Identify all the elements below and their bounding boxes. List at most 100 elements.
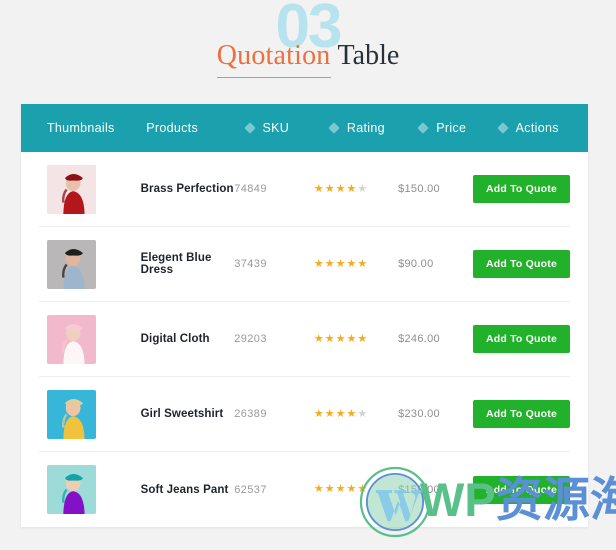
column-header-thumbnails[interactable]: Thumbnails [47, 121, 146, 135]
table-row: Brass Perfection 74849 ★ ★ ★ ★ ★ $150.00 Add To … [39, 152, 570, 227]
product-name[interactable]: Elegent Blue Dress [141, 252, 235, 276]
star-filled-icon: ★ [346, 332, 357, 345]
add-to-quote-button[interactable]: Add To Quote [472, 250, 570, 278]
product-price: $150.00 [398, 483, 440, 496]
sort-icon[interactable] [328, 122, 340, 134]
product-name[interactable]: Digital Cloth [141, 333, 210, 345]
column-header-label: Actions [515, 121, 559, 135]
product-thumbnail-image[interactable] [47, 314, 96, 364]
star-filled-icon: ★ [346, 483, 357, 495]
cell-rating: ★ ★ ★ ★ ★ [313, 182, 398, 195]
table-header-row: Thumbnails Products SKU Rating Price Act… [21, 104, 588, 152]
cell-thumbnail [47, 465, 141, 514]
star-filled-icon: ★ [357, 483, 368, 495]
cell-rating: ★ ★ ★ ★ ★ [313, 332, 398, 345]
cell-product: Digital Cloth [141, 333, 235, 345]
cell-actions: Add To Quote [472, 400, 570, 428]
page-title-accent: Quotation [216, 40, 331, 78]
product-sku: 29203 [234, 333, 267, 345]
table-row: Digital Cloth 29203 ★ ★ ★ ★ ★ $246.00 Add To Quo… [39, 302, 570, 377]
rating-stars: ★ ★ ★ ★ ★ [313, 407, 368, 420]
star-filled-icon: ★ [313, 483, 324, 495]
star-filled-icon: ★ [324, 483, 335, 495]
star-filled-icon: ★ [324, 182, 335, 195]
product-thumbnail-image[interactable] [47, 465, 96, 514]
star-filled-icon: ★ [324, 332, 335, 345]
add-to-quote-button[interactable]: Add To Quote [472, 325, 570, 353]
product-thumbnail-image[interactable] [47, 164, 96, 214]
cell-actions: Add To Quote [472, 175, 570, 203]
cell-price: $90.00 [398, 258, 473, 270]
add-to-quote-button[interactable]: Add To Quote [472, 475, 570, 504]
column-header-products[interactable]: Products [146, 121, 245, 135]
star-filled-icon: ★ [346, 257, 357, 270]
cell-sku: 74849 [234, 183, 314, 195]
cell-rating: ★ ★ ★ ★ ★ [313, 407, 398, 420]
cell-rating: ★ ★ ★ ★ ★ [313, 257, 398, 270]
star-filled-icon: ★ [335, 182, 346, 195]
cell-thumbnail [47, 164, 141, 214]
rating-stars: ★ ★ ★ ★ ★ [313, 182, 368, 195]
product-name[interactable]: Girl Sweetshirt [141, 408, 224, 420]
star-filled-icon: ★ [313, 257, 324, 270]
cell-product: Soft Jeans Pant [141, 484, 235, 496]
cell-actions: Add To Quote [472, 325, 570, 353]
star-filled-icon: ★ [346, 182, 357, 195]
cell-product: Brass Perfection [141, 183, 235, 195]
star-filled-icon: ★ [335, 257, 346, 270]
star-filled-icon: ★ [324, 257, 335, 270]
quotation-table: Thumbnails Products SKU Rating Price Act… [21, 104, 588, 527]
add-to-quote-button[interactable]: Add To Quote [472, 175, 570, 203]
cell-price: $246.00 [398, 333, 473, 345]
star-filled-icon: ★ [313, 182, 324, 195]
table-row: Girl Sweetshirt 26389 ★ ★ ★ ★ ★ $230.00 Add To Q… [39, 377, 570, 452]
cell-price: $230.00 [398, 408, 473, 420]
cell-thumbnail [47, 239, 141, 289]
column-header-actions[interactable]: Actions [496, 121, 588, 135]
product-name[interactable]: Brass Perfection [141, 183, 234, 195]
cell-actions: Add To Quote [472, 475, 570, 504]
star-filled-icon: ★ [335, 332, 346, 345]
sort-icon[interactable] [496, 122, 509, 134]
product-sku: 37439 [234, 258, 267, 270]
cell-sku: 26389 [234, 408, 314, 420]
add-to-quote-button[interactable]: Add To Quote [472, 400, 570, 428]
rating-stars: ★ ★ ★ ★ ★ [313, 332, 367, 345]
product-price: $230.00 [398, 408, 440, 420]
column-header-rating[interactable]: Rating [328, 121, 419, 135]
cell-price: $150.00 [398, 484, 473, 496]
product-thumbnail-image[interactable] [47, 389, 96, 439]
product-sku: 62537 [234, 483, 267, 496]
star-filled-icon: ★ [313, 407, 324, 420]
cell-product: Elegent Blue Dress [141, 252, 235, 276]
cell-rating: ★ ★ ★ ★ ★ [314, 484, 398, 495]
page-title-rest: Table [337, 40, 400, 71]
cell-actions: Add To Quote [472, 250, 570, 278]
rating-stars: ★ ★ ★ ★ ★ [313, 257, 367, 270]
column-header-sku[interactable]: SKU [243, 121, 330, 135]
column-header-label: SKU [262, 121, 290, 135]
product-sku: 74849 [234, 183, 267, 195]
star-filled-icon: ★ [346, 407, 357, 420]
cell-thumbnail [47, 314, 141, 364]
rating-stars: ★ ★ ★ ★ ★ [314, 484, 367, 495]
cell-thumbnail [47, 389, 141, 439]
cell-sku: 29203 [234, 333, 314, 345]
product-price: $90.00 [398, 258, 434, 270]
star-filled-icon: ★ [313, 332, 324, 345]
product-thumbnail-image[interactable] [47, 239, 96, 289]
sort-icon[interactable] [243, 122, 256, 134]
table-body: Brass Perfection 74849 ★ ★ ★ ★ ★ $150.00 Add To … [21, 152, 588, 527]
star-empty-icon: ★ [357, 407, 368, 420]
star-filled-icon: ★ [335, 407, 346, 420]
product-price: $246.00 [398, 333, 440, 345]
column-header-price[interactable]: Price [417, 121, 498, 135]
sort-icon[interactable] [417, 122, 429, 134]
cell-sku: 62537 [234, 484, 314, 496]
star-empty-icon: ★ [357, 182, 368, 195]
star-filled-icon: ★ [324, 407, 335, 420]
product-name[interactable]: Soft Jeans Pant [141, 484, 229, 496]
table-row: Elegent Blue Dress 37439 ★ ★ ★ ★ ★ $90.00 Add To… [39, 227, 570, 302]
page-title: Quotation Table [0, 40, 616, 78]
column-header-label: Thumbnails [47, 121, 115, 135]
